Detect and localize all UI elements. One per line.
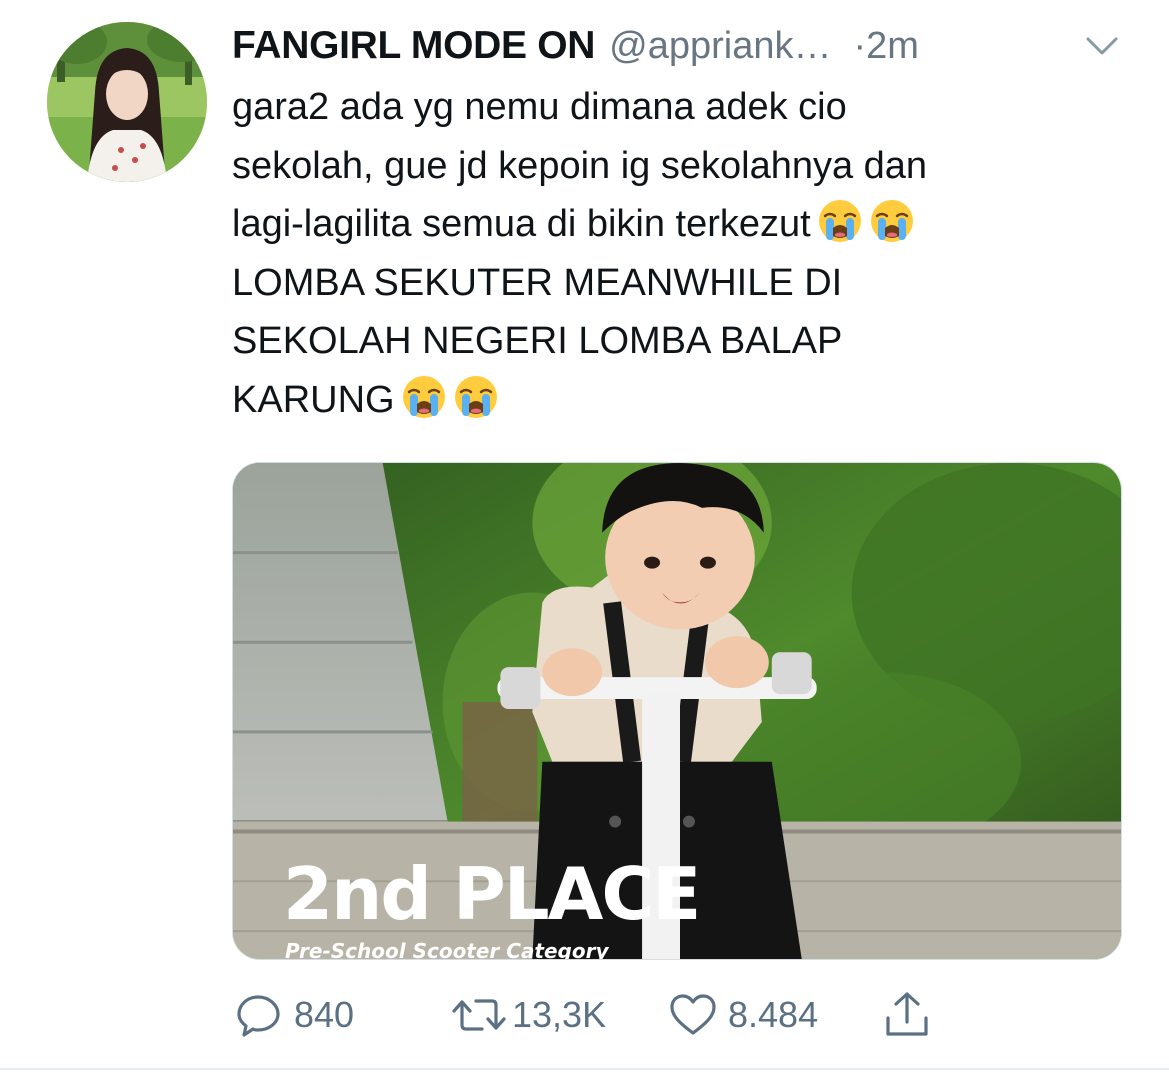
loudly-crying-face-icon <box>869 198 915 244</box>
tweet-text-line-2: sekolah, gue jd kepoin ig sekolahnya dan <box>232 144 928 187</box>
tweet-header: FANGIRL MODE ON @appriank… ·2m <box>232 22 1122 70</box>
tweet-text-line: LOMBA SEKUTER MEANWHILE DI <box>232 254 1112 313</box>
speech-bubble-icon <box>237 995 280 1037</box>
heart-icon <box>670 994 716 1035</box>
loudly-crying-face-icon <box>401 374 447 420</box>
like-button[interactable]: 8.484 <box>668 990 818 1040</box>
reply-count: 840 <box>294 994 355 1035</box>
tweet-text-line: SEKOLAH NEGERI LOMBA BALAP <box>232 312 1112 371</box>
tweet-text-line: KARUNG <box>232 371 1112 430</box>
tweet-media-image[interactable]: 2nd PLACE Pre-School Scooter Category <box>232 462 1122 960</box>
retweet-count: 13,3K <box>512 994 607 1035</box>
loudly-crying-face-icon <box>817 198 863 244</box>
tweet-text-line-6: KARUNG <box>232 378 395 421</box>
tweet-text-line: lagi-lagilita semua di bikin terkezut <box>232 195 1112 254</box>
tweet-divider <box>0 1068 1169 1070</box>
media-overlay-subtitle: Pre-School Scooter Category <box>285 939 609 960</box>
tweet-text-line-3: lagi-lagilita semua di bikin terkezut <box>232 203 811 245</box>
loudly-crying-face-icon <box>453 374 499 420</box>
media-overlay-title: 2nd PLACE <box>283 852 701 936</box>
retweet-arrows-icon <box>452 999 506 1031</box>
tweet-text-line-1: gara2 ada yg nemu dimana adek cio <box>232 86 847 128</box>
author-handle[interactable]: @appriank… <box>609 25 831 68</box>
tweet-card[interactable]: FANGIRL MODE ON @appriank… ·2m gara2 ada… <box>0 0 1169 1076</box>
tweet-text-line-5: SEKOLAH NEGERI LOMBA BALAP <box>232 320 843 362</box>
tweet-timestamp[interactable]: ·2m <box>853 25 918 68</box>
tweet-text-line-4: LOMBA SEKUTER MEANWHILE DI <box>232 261 843 304</box>
like-count: 8.484 <box>728 994 819 1035</box>
author-avatar[interactable] <box>47 22 207 182</box>
tweet-text-line: sekolah, gue jd kepoin ig sekolahnya dan <box>232 137 1112 196</box>
retweet-button[interactable]: 13,3K <box>450 990 606 1040</box>
author-display-name[interactable]: FANGIRL MODE ON <box>232 24 595 68</box>
tweet-actions: 840 13,3K 8.484 <box>232 990 952 1040</box>
tweet-text-line: gara2 ada yg nemu dimana adek cio <box>232 78 1112 137</box>
avatar-photo <box>47 22 207 182</box>
tweet-text: gara2 ada yg nemu dimana adek cio sekola… <box>232 78 1112 429</box>
share-button[interactable] <box>882 990 932 1040</box>
reply-button[interactable]: 840 <box>236 990 354 1040</box>
chevron-down-icon[interactable] <box>1082 30 1122 62</box>
share-upload-icon <box>886 992 928 1036</box>
